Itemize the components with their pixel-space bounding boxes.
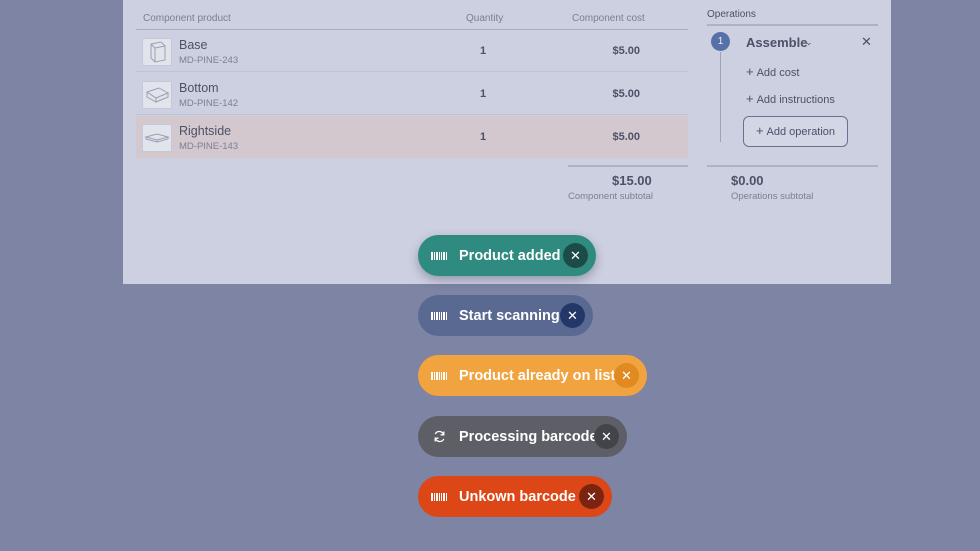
component-subtotal-value: $15.00 xyxy=(612,173,652,188)
plus-icon: + xyxy=(746,64,754,79)
toast-label: Unkown barcode xyxy=(459,488,576,505)
product-name[interactable]: Bottom xyxy=(179,81,219,95)
quantity-value[interactable]: 1 xyxy=(476,45,490,57)
add-instructions-label: Add instructions xyxy=(756,94,835,106)
toast-processing-barcode: Processing barcode ✕ xyxy=(418,416,627,457)
cost-value: $5.00 xyxy=(612,131,640,143)
product-thumbnail xyxy=(142,38,172,66)
add-cost-label: Add cost xyxy=(756,67,800,79)
operations-header: Operations xyxy=(707,9,756,20)
column-header-product: Component product xyxy=(143,13,231,24)
operations-subtotal-label: Operations subtotal xyxy=(731,191,814,202)
product-name[interactable]: Base xyxy=(179,38,208,52)
quantity-value[interactable]: 1 xyxy=(476,131,490,143)
barcode-icon xyxy=(430,369,448,383)
chevron-down-icon[interactable]: ⌄ xyxy=(805,37,813,48)
toast-label: Product already on list xyxy=(459,367,616,384)
close-icon[interactable]: ✕ xyxy=(579,484,604,509)
table-row[interactable]: Base MD-PINE-243 1 $5.00 xyxy=(136,30,688,72)
plus-icon: + xyxy=(746,91,754,106)
product-name[interactable]: Rightside xyxy=(179,124,231,138)
add-instructions-link[interactable]: + Add instructions xyxy=(746,91,835,106)
cost-value: $5.00 xyxy=(612,45,640,57)
add-operation-label: Add operation xyxy=(766,126,836,138)
operations-divider xyxy=(707,24,878,26)
operation-connector xyxy=(720,52,721,142)
product-thumbnail xyxy=(142,81,172,109)
add-cost-link[interactable]: + Add cost xyxy=(746,64,799,79)
toast-label: Product added xyxy=(459,247,561,264)
barcode-icon xyxy=(430,249,448,263)
product-sku: MD-PINE-142 xyxy=(179,98,239,109)
toast-product-added: Product added ✕ xyxy=(418,235,596,276)
operation-title[interactable]: Assemble xyxy=(746,35,807,50)
refresh-icon xyxy=(430,430,448,444)
product-thumbnail xyxy=(142,124,172,152)
close-icon[interactable]: ✕ xyxy=(861,34,872,50)
column-header-cost: Component cost xyxy=(572,13,645,24)
close-icon[interactable]: ✕ xyxy=(594,424,619,449)
product-sku: MD-PINE-243 xyxy=(179,55,239,66)
toast-product-already-on-list: Product already on list ✕ xyxy=(418,355,647,396)
add-operation-button[interactable]: + Add operation xyxy=(743,116,848,147)
close-icon[interactable]: ✕ xyxy=(614,363,639,388)
subtotal-divider xyxy=(568,165,688,167)
toast-unknown-barcode: Unkown barcode ✕ xyxy=(418,476,612,517)
toast-label: Start scanning xyxy=(459,307,560,324)
product-sku: MD-PINE-143 xyxy=(179,141,239,152)
toast-label: Processing barcode xyxy=(459,428,598,445)
barcode-icon xyxy=(430,490,448,504)
plus-icon: + xyxy=(755,123,764,138)
cost-value: $5.00 xyxy=(612,88,640,100)
column-header-quantity: Quantity xyxy=(466,13,504,24)
operations-subtotal-divider xyxy=(707,165,878,167)
close-icon[interactable]: ✕ xyxy=(560,303,585,328)
toast-start-scanning: Start scanning ✕ xyxy=(418,295,593,336)
operations-subtotal-value: $0.00 xyxy=(731,173,764,188)
table-row[interactable]: Rightside MD-PINE-143 1 $5.00 xyxy=(136,116,688,158)
barcode-icon xyxy=(430,309,448,323)
close-icon[interactable]: ✕ xyxy=(563,243,588,268)
quantity-value[interactable]: 1 xyxy=(476,88,490,100)
operation-step-number: 1 xyxy=(711,32,730,51)
table-row[interactable]: Bottom MD-PINE-142 1 $5.00 xyxy=(136,73,688,115)
component-subtotal-label: Component subtotal xyxy=(568,191,654,202)
